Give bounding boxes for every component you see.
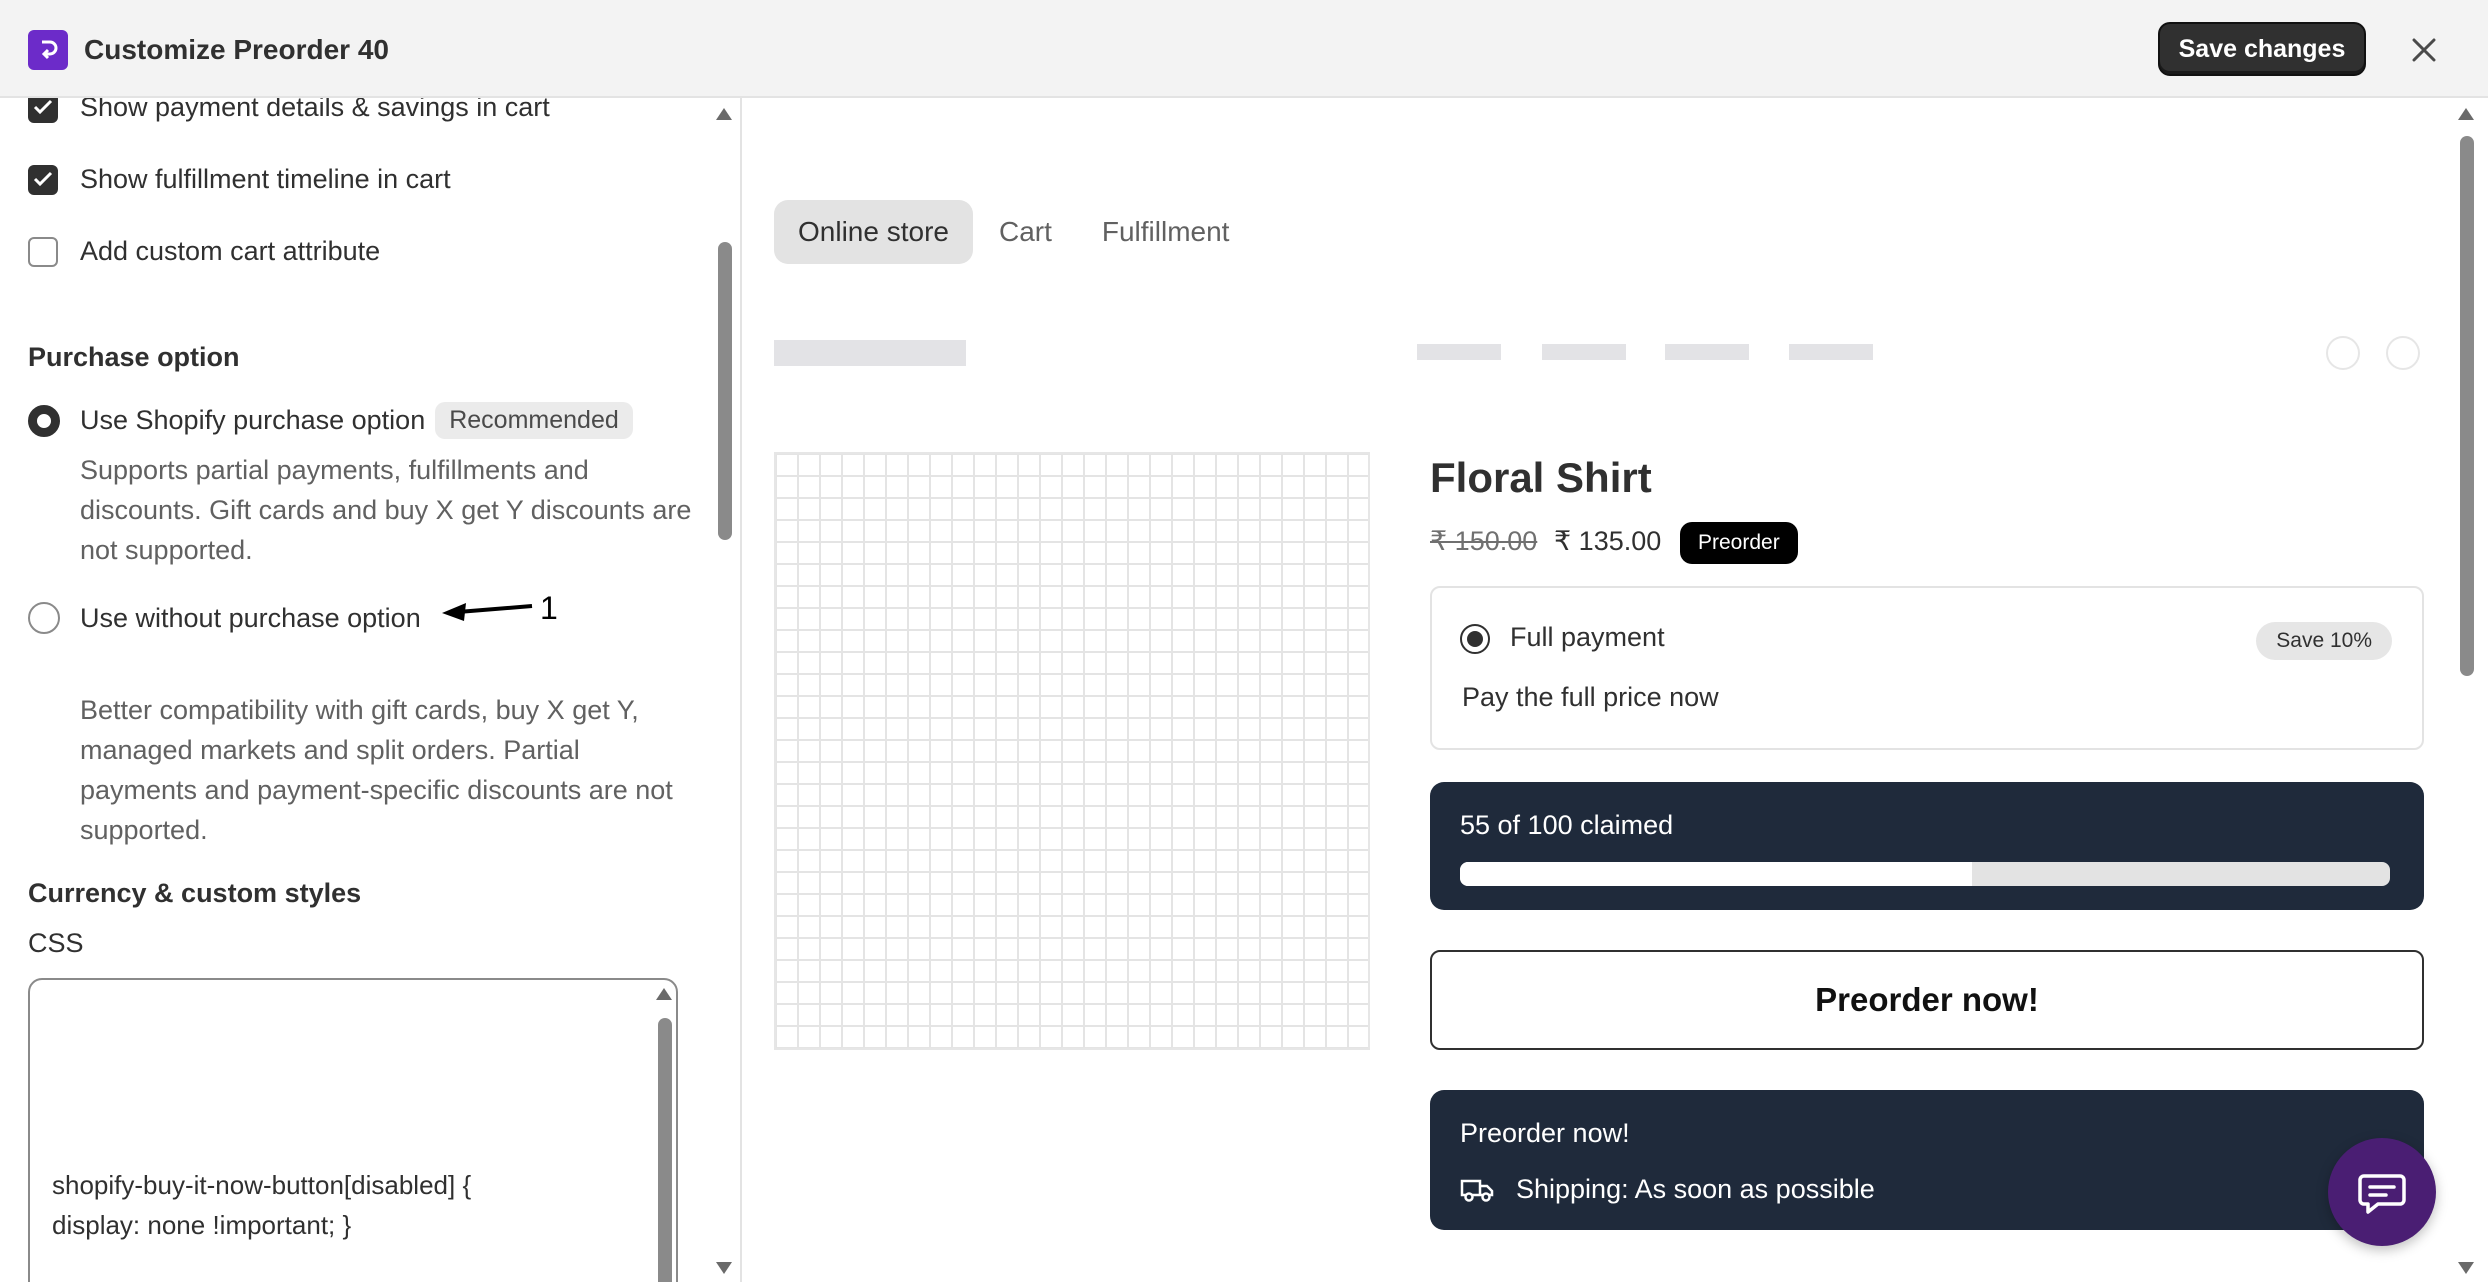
checkbox-label: Show payment details & savings in cart (80, 98, 550, 122)
textarea-scroll-up-icon[interactable] (656, 988, 672, 1000)
checkbox-fulfillment-timeline[interactable] (28, 164, 58, 195)
panel-scroll-down-icon[interactable] (716, 1262, 732, 1274)
shipping-card-title: Preorder now! (1460, 1118, 1630, 1148)
modal-header: Customize Preorder 40 Save changes (0, 0, 2488, 98)
help-text-shopify-purchase: Supports partial payments, fulfillments … (80, 455, 692, 565)
preview-scrollbar[interactable] (2460, 136, 2474, 676)
tab-cart[interactable]: Cart (975, 200, 1076, 264)
preview-scroll-down-icon[interactable] (2458, 1262, 2474, 1274)
panel-scroll-up-icon[interactable] (716, 108, 732, 120)
skeleton-nav-item (1665, 344, 1749, 360)
product-title: Floral Shirt (1430, 454, 1652, 501)
checkbox-custom-cart-attribute[interactable] (28, 236, 58, 267)
skeleton-nav-item (1789, 344, 1873, 360)
settings-panel[interactable]: Show payment details & savings in cart S… (0, 98, 742, 1282)
css-code-line: shopify-buy-it-now-button[disabled] { (52, 1170, 472, 1200)
annotation-label: 1 (540, 590, 558, 626)
tab-online-store[interactable]: Online store (774, 200, 973, 264)
annotation-arrow-icon (442, 603, 533, 621)
checkbox-row-custom-cart-attribute[interactable]: Add custom cart attribute (28, 236, 380, 267)
radio-label: Use without purchase option (80, 602, 421, 633)
checkbox-payment-details[interactable] (28, 98, 58, 123)
checkbox-row-payment-details[interactable]: Show payment details & savings in cart (28, 98, 550, 123)
radio-label: Use Shopify purchase option (80, 405, 426, 435)
preview-scroll-up-icon[interactable] (2458, 108, 2474, 120)
radio-row-shopify-purchase[interactable]: Use Shopify purchase option Recommended (28, 402, 633, 439)
currency-styles-heading: Currency & custom styles (28, 878, 362, 908)
product-image-placeholder (774, 452, 1370, 1050)
skeleton-account-icon (2326, 336, 2360, 370)
payment-option-card[interactable]: Full payment Save 10% Pay the full price… (1430, 586, 2424, 750)
radio-row-without-purchase[interactable]: Use without purchase option (28, 602, 421, 634)
radio-without-purchase-option[interactable] (28, 602, 60, 634)
purchase-option-heading: Purchase option (28, 342, 240, 372)
shipping-row: Shipping: As soon as possible (1460, 1174, 1875, 1205)
close-icon[interactable] (2404, 28, 2444, 72)
claimed-progress-bar (1460, 862, 2390, 886)
preorder-badge: Preorder (1680, 522, 1798, 564)
recommended-badge: Recommended (435, 402, 633, 439)
payment-option-label: Full payment (1510, 622, 1665, 652)
skeleton-nav-item (1542, 344, 1626, 360)
price-current: ₹ 135.00 (1554, 526, 1662, 556)
checkbox-row-fulfillment-timeline[interactable]: Show fulfillment timeline in cart (28, 164, 451, 195)
price-compare-at: ₹ 150.00 (1430, 526, 1538, 556)
skeleton-logo (774, 340, 966, 366)
payment-option-description: Pay the full price now (1462, 682, 1719, 712)
css-label: CSS (28, 928, 84, 958)
tab-fulfillment[interactable]: Fulfillment (1078, 200, 1254, 264)
save-badge: Save 10% (2256, 622, 2392, 660)
page-title: Customize Preorder 40 (84, 34, 389, 65)
preorder-now-button[interactable]: Preorder now! (1430, 950, 2424, 1050)
skeleton-nav-item (1417, 344, 1501, 360)
checkbox-label: Add custom cart attribute (80, 236, 381, 266)
shipping-text: Shipping: As soon as possible (1516, 1174, 1875, 1204)
truck-icon (1460, 1179, 1494, 1202)
css-code-line: display: none !important; } (52, 1210, 352, 1240)
preview-panel: Online store Cart Fulfillment Floral Shi… (742, 98, 2488, 1282)
save-changes-button[interactable]: Save changes (2158, 22, 2366, 76)
skeleton-cart-icon (2386, 336, 2420, 370)
checkbox-label: Show fulfillment timeline in cart (80, 164, 451, 194)
shipping-info-card: Preorder now! Shipping: As soon as possi… (1430, 1090, 2424, 1230)
textarea-scrollbar[interactable] (658, 1018, 672, 1282)
claimed-text: 55 of 100 claimed (1460, 810, 1674, 840)
claimed-progress-fill (1460, 862, 1972, 886)
claimed-progress-card: 55 of 100 claimed (1430, 782, 2424, 910)
chat-support-button[interactable] (2328, 1138, 2436, 1246)
preview-tabs: Online store Cart Fulfillment (774, 200, 1255, 264)
radio-full-payment[interactable] (1460, 624, 1490, 654)
chat-icon (2358, 1174, 2406, 1214)
radio-shopify-purchase-option[interactable] (28, 404, 60, 437)
help-text-without-purchase: Better compatibility with gift cards, bu… (80, 695, 673, 845)
panel-scrollbar[interactable] (718, 242, 732, 540)
app-logo-icon (28, 30, 68, 70)
